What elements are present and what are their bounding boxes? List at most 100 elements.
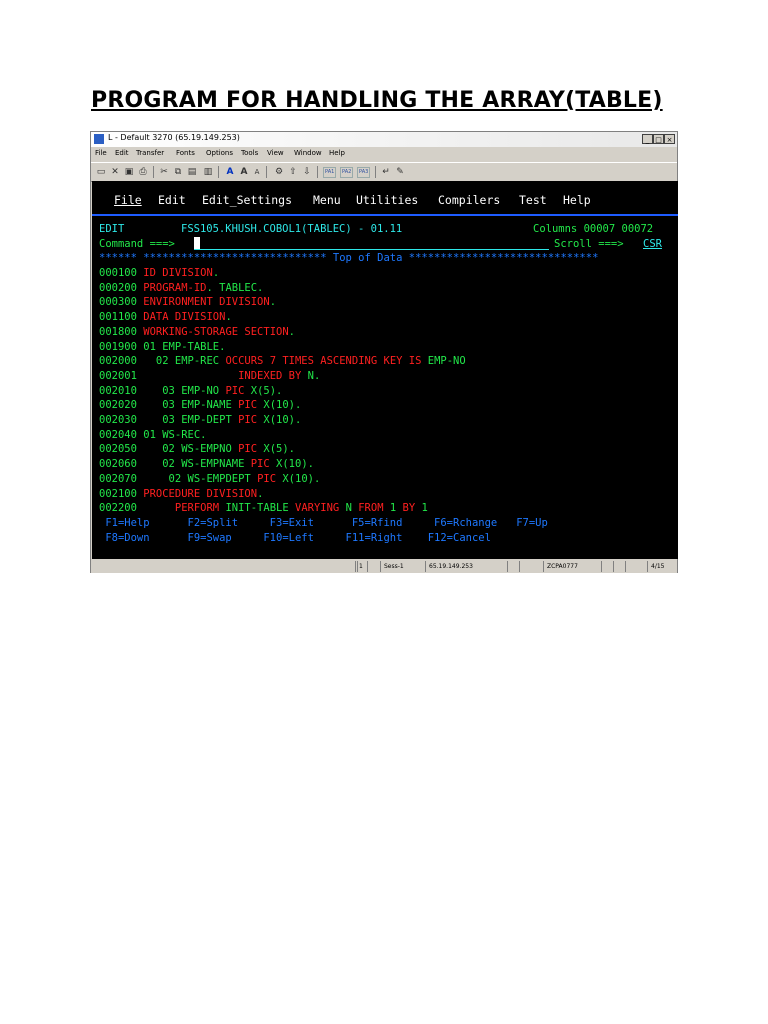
menu-options[interactable]: Options [206, 149, 233, 157]
receive-file-icon[interactable]: ⇩ [301, 166, 313, 178]
source-line[interactable]: 002070 02 WS-EMPDEPT PIC X(10). [99, 472, 320, 487]
dataset-name: FSS105.KHUSH.COBOL1(TABLEC) - 01.11 [181, 223, 403, 235]
source-line[interactable]: 001900 01 EMP-TABLE. [99, 340, 225, 355]
enter-icon[interactable]: ↵ [380, 166, 392, 178]
status-cell [613, 561, 625, 572]
code-text: ENVIRONMENT DIVISION [143, 296, 270, 309]
maximize-button[interactable]: □ [653, 134, 664, 144]
ispf-menu-edit-settings[interactable]: Edit_Settings [202, 193, 292, 208]
ispf-menu-utilities[interactable]: Utilities [356, 193, 418, 208]
source-line[interactable]: 002020 03 EMP-NAME PIC X(10). [99, 398, 301, 413]
menu-tools[interactable]: Tools [241, 149, 258, 157]
line-number[interactable]: 001100 [99, 311, 143, 323]
pa1-button[interactable]: PA1 [323, 167, 337, 178]
source-line[interactable]: 001100 DATA DIVISION. [99, 310, 232, 325]
source-line[interactable]: 002100 PROCEDURE DIVISION. [99, 487, 263, 502]
scroll-input[interactable]: CSR [643, 237, 662, 252]
connect-icon[interactable]: ▭ [95, 166, 107, 178]
source-line[interactable]: 002001 INDEXED BY N. [99, 369, 320, 384]
window-title: L - Default 3270 (65.19.149.253) [108, 133, 240, 142]
terminal-screen[interactable]: File Edit Edit_Settings Menu Utilities C… [92, 181, 678, 559]
pa3-button[interactable]: PA3 [357, 167, 371, 178]
ispf-menu-compilers[interactable]: Compilers [438, 193, 500, 208]
line-number[interactable]: 001900 [99, 341, 143, 353]
source-line[interactable]: 002000 02 EMP-REC OCCURS 7 TIMES ASCENDI… [99, 354, 466, 369]
ispf-menu-file[interactable]: File [114, 193, 142, 208]
code-text: PROCEDURE DIVISION [143, 487, 258, 500]
code-text: PIC [225, 384, 251, 397]
menu-transfer[interactable]: Transfer [136, 149, 164, 157]
source-line[interactable]: 001800 WORKING-STORAGE SECTION. [99, 325, 295, 340]
clipboard-icon[interactable]: ▥ [202, 166, 214, 178]
source-line[interactable]: 002060 02 WS-EMPNAME PIC X(10). [99, 457, 314, 472]
code-text: ID DIVISION [143, 267, 213, 279]
paste-icon[interactable]: ▤ [186, 166, 198, 178]
line-number[interactable]: 002070 [99, 473, 143, 485]
menu-view[interactable]: View [267, 149, 284, 157]
close-button[interactable]: × [664, 134, 675, 144]
line-number[interactable]: 000100 [99, 267, 143, 279]
code-text: FROM [358, 502, 390, 515]
code-text: 03 EMP-NAME [143, 399, 239, 412]
menu-help[interactable]: Help [329, 149, 345, 157]
line-number[interactable]: 002050 [99, 443, 143, 455]
source-line[interactable]: 002040 01 WS-REC. [99, 428, 206, 443]
line-number[interactable]: 002100 [99, 488, 143, 500]
line-number[interactable]: 002060 [99, 458, 143, 470]
line-number[interactable]: 002010 [99, 385, 143, 397]
line-number[interactable]: 000300 [99, 296, 143, 308]
source-line[interactable]: 002200 PERFORM INIT-TABLE VARYING N FROM… [99, 501, 428, 516]
source-line[interactable]: 000100 ID DIVISION. [99, 266, 219, 281]
command-input[interactable] [194, 237, 549, 250]
status-host: 65.19.149.253 [425, 561, 507, 572]
line-number[interactable]: 002000 [99, 355, 143, 367]
source-line[interactable]: 002010 03 EMP-NO PIC X(5). [99, 384, 282, 399]
menu-file[interactable]: File [95, 149, 107, 157]
function-keys-row-2: F8=Down F9=Swap F10=Left F11=Right F12=C… [99, 532, 491, 544]
disconnect-icon[interactable]: ✕ [109, 166, 121, 178]
save-icon[interactable]: ▣ [123, 166, 135, 178]
menu-window[interactable]: Window [294, 149, 322, 157]
status-cursor-position: 4/15 [647, 561, 677, 572]
line-number[interactable]: 001800 [99, 326, 143, 338]
code-text: PIC [238, 414, 264, 426]
code-text: VARYING [295, 502, 346, 515]
font-grow-icon[interactable]: A [238, 166, 250, 178]
line-number[interactable]: 002020 [99, 399, 143, 411]
code-text: PIC [250, 458, 277, 471]
minimize-button[interactable]: _ [642, 134, 653, 144]
menu-edit[interactable]: Edit [115, 149, 129, 157]
status-cell [625, 561, 637, 572]
pa2-button[interactable]: PA2 [340, 167, 354, 178]
font-shrink-icon[interactable]: A [251, 166, 263, 178]
code-text: 1 [421, 502, 428, 515]
ispf-menu-edit[interactable]: Edit [158, 193, 186, 208]
cut-icon[interactable]: ✂ [158, 166, 170, 178]
font-icon[interactable]: A [224, 166, 236, 178]
line-number[interactable]: 000200 [99, 282, 143, 294]
source-line[interactable]: 002030 03 EMP-DEPT PIC X(10). [99, 413, 301, 428]
line-number[interactable]: 002040 [99, 429, 143, 441]
ispf-menu-test[interactable]: Test [519, 193, 547, 208]
pencil-icon[interactable]: ✎ [394, 166, 406, 178]
code-text: OCCURS 7 TIMES ASCENDING KEY IS [225, 355, 428, 368]
toolbar-separator [153, 166, 154, 178]
code-text: N [345, 502, 359, 515]
code-text: . [288, 325, 295, 338]
ispf-menu-help[interactable]: Help [563, 193, 591, 208]
code-text: 02 EMP-REC [143, 355, 226, 368]
source-line[interactable]: 002050 02 WS-EMPNO PIC X(5). [99, 442, 295, 457]
line-number[interactable]: 002200 [99, 502, 143, 514]
print-icon[interactable]: ⎙ [137, 166, 149, 178]
line-number[interactable]: 002030 [99, 414, 143, 426]
source-line[interactable]: 000200 PROGRAM-ID. TABLEC. [99, 281, 263, 296]
macro-icon[interactable]: ⚙ [273, 166, 285, 178]
ispf-menu-menu[interactable]: Menu [313, 193, 341, 208]
send-file-icon[interactable]: ⇧ [287, 166, 299, 178]
menu-fonts[interactable]: Fonts [176, 149, 195, 157]
source-line[interactable]: 000300 ENVIRONMENT DIVISION. [99, 295, 276, 310]
copy-icon[interactable]: ⧉ [172, 166, 184, 178]
code-text: 02 WS-EMPDEPT [143, 472, 258, 485]
line-number[interactable]: 002001 [99, 370, 143, 382]
